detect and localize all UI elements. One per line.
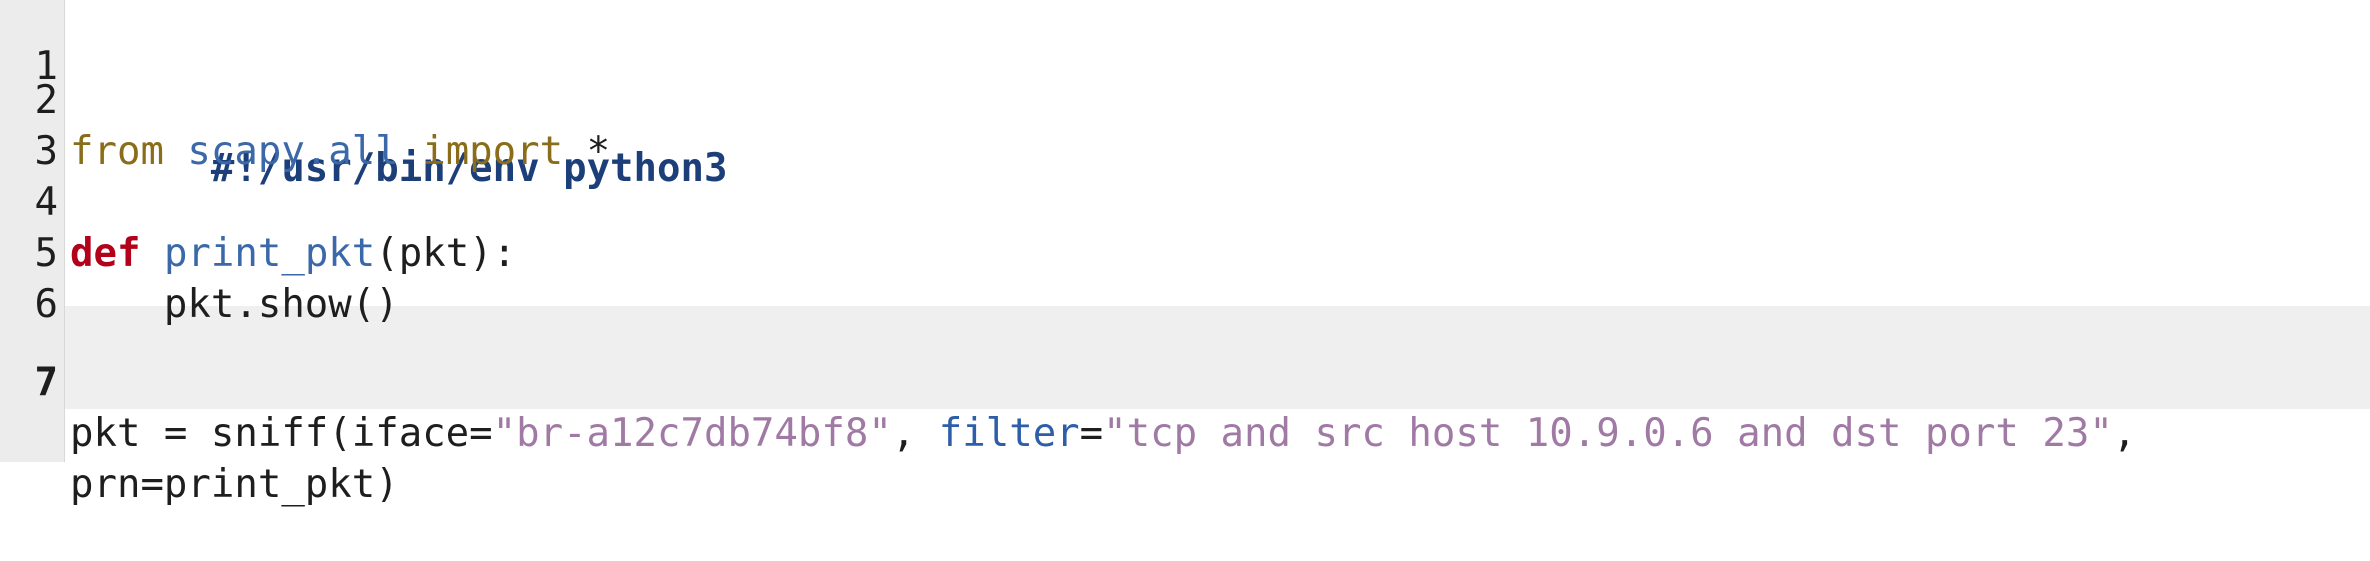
module-token: scapy.all — [187, 129, 399, 174]
plain-token: prn=print_pkt) — [70, 462, 399, 507]
string-token: "br-a12c7db74bf8" — [492, 411, 892, 456]
code-line[interactable]: 2 from scapy.all import * — [0, 24, 611, 174]
plain-token: * — [563, 129, 611, 174]
function-name-token: print_pkt — [163, 231, 376, 276]
code-text[interactable]: from scapy.all import * — [70, 126, 610, 177]
keyword-arg-token: filter — [938, 411, 1080, 456]
code-line[interactable]: 4 def print_pkt(pkt): — [0, 126, 517, 276]
plain-token: pkt = sniff(iface= — [70, 411, 493, 456]
code-editor[interactable]: 1 #!/usr/bin/env python3 2 from scapy.al… — [0, 0, 2370, 507]
code-text[interactable]: def print_pkt(pkt): — [70, 228, 516, 279]
plain-token: , — [2112, 411, 2137, 456]
code-text[interactable]: pkt = sniff(iface="br-a12c7db74bf8", fil… — [70, 408, 2136, 459]
keyword-token: import — [422, 129, 564, 174]
code-line-wrapped[interactable]: prn=print_pkt) — [0, 357, 399, 507]
plain-token: , — [891, 411, 939, 456]
plain-token: (pkt): — [375, 231, 517, 276]
plain-token: = — [1079, 411, 1104, 456]
code-line-current[interactable]: 7 pkt = sniff(iface="br-a12c7db74bf8", f… — [0, 306, 2137, 456]
code-line[interactable]: 5 pkt.show() — [0, 177, 399, 327]
current-line-highlight — [64, 306, 2370, 409]
code-text[interactable]: pkt.show() — [70, 279, 399, 330]
code-text[interactable]: prn=print_pkt) — [70, 459, 399, 510]
plain-token: pkt.show() — [70, 282, 399, 327]
code-line[interactable]: 6 — [0, 228, 94, 327]
string-token: "tcp and src host 10.9.0.6 and dst port … — [1103, 411, 2113, 456]
code-line[interactable]: 3 — [0, 75, 94, 174]
